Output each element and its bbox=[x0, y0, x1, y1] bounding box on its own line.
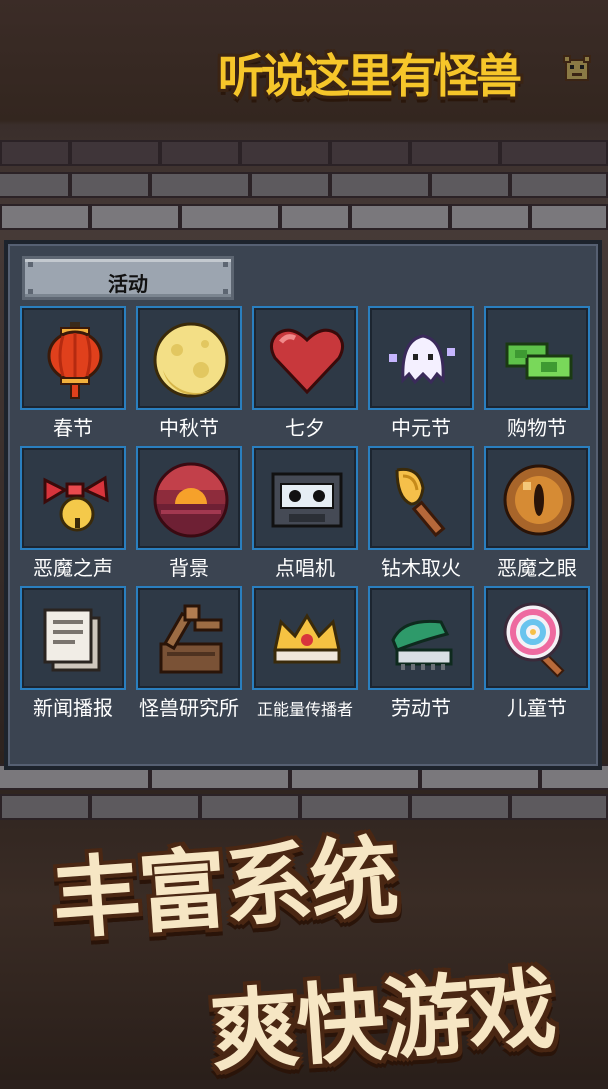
activity-label: 恶魔之声 bbox=[33, 556, 113, 580]
activity-label: 背景 bbox=[169, 556, 209, 580]
tab-activities-label: 活动 bbox=[108, 272, 148, 296]
activity-label: 春节 bbox=[53, 416, 93, 440]
activity-label: 中元节 bbox=[391, 416, 451, 440]
slogan-line-1: 丰富系统 bbox=[49, 825, 400, 952]
lollipop-icon bbox=[503, 602, 565, 678]
activity-label: 正能量传播者 bbox=[256, 700, 353, 719]
catapult-icon bbox=[159, 604, 223, 674]
activity-demon-voice[interactable]: 恶魔之声 bbox=[20, 446, 126, 581]
activity-shopping-festival[interactable]: 购物节 bbox=[484, 306, 590, 441]
torch-stick-icon bbox=[395, 467, 446, 538]
activity-label: 劳动节 bbox=[391, 696, 451, 720]
activity-label: 儿童节 bbox=[507, 696, 567, 720]
upper-brick-wall bbox=[0, 140, 608, 240]
activity-jukebox[interactable]: 点唱机 bbox=[252, 446, 358, 581]
activity-label: 点唱机 bbox=[275, 556, 335, 580]
activity-label: 怪兽研究所 bbox=[139, 696, 239, 720]
moon-icon bbox=[153, 322, 229, 398]
game-logo: 听说这里有怪兽 bbox=[218, 36, 598, 103]
activity-fire-drill[interactable]: 钻木取火 bbox=[368, 446, 474, 581]
activity-label: 钻木取火 bbox=[381, 556, 461, 580]
game-title: 听说这里有怪兽 bbox=[218, 49, 522, 103]
lantern-icon bbox=[47, 322, 103, 399]
activity-monster-lab[interactable]: 怪兽研究所 bbox=[136, 586, 242, 721]
activity-background[interactable]: 背景 bbox=[136, 446, 242, 581]
activity-spring-festival[interactable]: 春节 bbox=[20, 306, 126, 441]
tab-activities[interactable]: 活动 bbox=[22, 256, 234, 300]
brush-icon bbox=[391, 619, 453, 670]
sunset-icon bbox=[153, 462, 229, 538]
activity-mid-autumn[interactable]: 中秋节 bbox=[136, 306, 242, 441]
newspaper-icon bbox=[43, 608, 101, 672]
activity-label: 新闻播报 bbox=[33, 696, 113, 720]
activity-label: 七夕 bbox=[285, 416, 325, 440]
money-icon bbox=[505, 342, 573, 380]
activities-panel: 活动 春节 中秋节 七夕 中元节 购物节 恶魔之声 背景 点唱机 钻木取火 恶魔… bbox=[4, 240, 602, 770]
activity-labor-day[interactable]: 劳动节 bbox=[368, 586, 474, 721]
activity-ghost-festival[interactable]: 中元节 bbox=[368, 306, 474, 441]
monster-logo-icon bbox=[563, 55, 591, 81]
activity-label: 中秋节 bbox=[159, 416, 219, 440]
slogan-line-2: 爽快游戏 bbox=[207, 957, 558, 1084]
activity-childrens-day[interactable]: 儿童节 bbox=[484, 586, 590, 721]
activity-qixi[interactable]: 七夕 bbox=[252, 306, 358, 441]
activity-demon-eye[interactable]: 恶魔之眼 bbox=[484, 446, 590, 581]
cassette-icon bbox=[271, 472, 343, 528]
crown-icon bbox=[273, 613, 341, 664]
ghost-icon bbox=[389, 334, 455, 385]
bell-bow-icon bbox=[43, 475, 109, 532]
activity-positive-energy[interactable]: 正能量传播者 bbox=[252, 586, 358, 721]
heart-icon bbox=[270, 328, 344, 395]
activity-label: 购物节 bbox=[507, 416, 567, 440]
activity-label: 恶魔之眼 bbox=[497, 556, 577, 580]
activity-news[interactable]: 新闻播报 bbox=[20, 586, 126, 721]
eye-icon bbox=[503, 464, 575, 536]
